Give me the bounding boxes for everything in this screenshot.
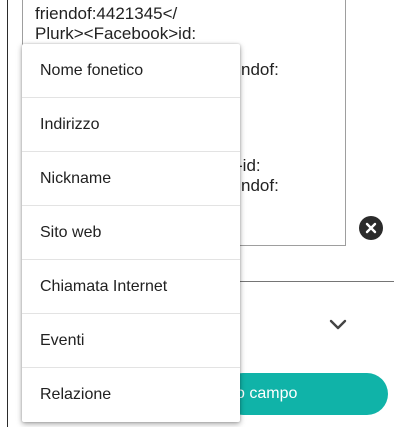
menu-item-chiamata-internet[interactable]: Chiamata Internet	[22, 260, 240, 314]
textarea-line: -id:	[237, 156, 261, 175]
textarea-line: ndof:	[241, 176, 279, 195]
textarea-line: ndof:	[241, 60, 279, 79]
window-frame-edge	[7, 0, 8, 427]
menu-item-sito-web[interactable]: Sito web	[22, 206, 240, 260]
textarea-line: friendof:4421345</	[35, 4, 178, 23]
add-field-button[interactable]: o campo	[222, 373, 388, 415]
menu-item-nickname[interactable]: Nickname	[22, 152, 240, 206]
textarea-line: Plurk><Facebook>id:	[35, 24, 197, 43]
menu-item-label: Indirizzo	[40, 115, 100, 133]
menu-item-label: Nickname	[40, 169, 112, 187]
menu-item-label: Relazione	[40, 386, 112, 403]
close-icon	[365, 222, 377, 234]
menu-item-label: Nome fonetico	[40, 61, 144, 79]
section-divider	[240, 281, 394, 282]
menu-item-label: Chiamata Internet	[40, 277, 168, 295]
chevron-down-icon[interactable]	[328, 316, 348, 332]
menu-item-eventi[interactable]: Eventi	[22, 314, 240, 368]
menu-item-label: Eventi	[40, 331, 85, 349]
menu-item-label: Sito web	[40, 223, 102, 241]
clear-button[interactable]	[359, 216, 383, 240]
menu-item-indirizzo[interactable]: Indirizzo	[22, 98, 240, 152]
add-field-label: o campo	[236, 385, 298, 402]
menu-item-nome-fonetico[interactable]: Nome fonetico	[22, 44, 240, 98]
menu-item-relazione[interactable]: Relazione	[22, 368, 240, 422]
field-type-menu: Nome fonetico Indirizzo Nickname Sito we…	[22, 44, 240, 422]
